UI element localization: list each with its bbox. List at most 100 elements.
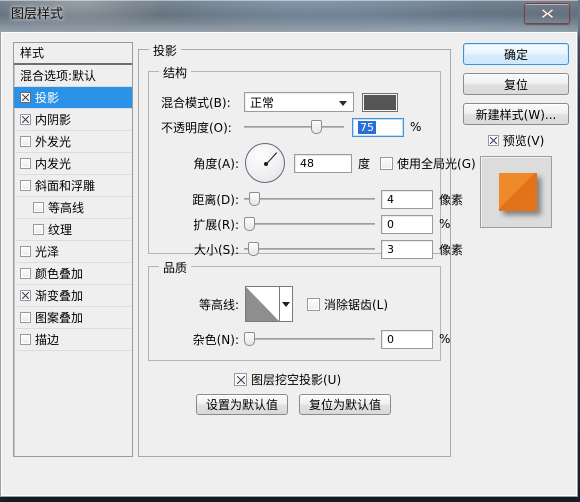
set-default-button[interactable]: 设置为默认值 bbox=[196, 393, 289, 415]
styles-list-item-label: 图案叠加 bbox=[35, 310, 84, 325]
global-light-checkbox[interactable] bbox=[380, 156, 394, 170]
reset-default-button[interactable]: 复位为默认值 bbox=[299, 393, 392, 415]
slider-thumb[interactable] bbox=[248, 192, 260, 206]
spread-label: 扩展(R): bbox=[193, 217, 239, 232]
antialias-checkbox[interactable] bbox=[307, 297, 320, 311]
slider-thumb[interactable] bbox=[310, 120, 322, 134]
styles-list-item[interactable]: 斜面和浮雕 bbox=[14, 175, 132, 197]
styles-list-item-label: 混合选项:默认 bbox=[20, 68, 97, 83]
knockout-label: 图层挖空投影(U) bbox=[251, 372, 342, 387]
styles-list-item-label: 斜面和浮雕 bbox=[35, 178, 96, 193]
styles-list-item-label: 描边 bbox=[35, 332, 60, 347]
size-value: 3 bbox=[387, 242, 394, 256]
blend-mode-select[interactable]: 正常 bbox=[244, 92, 354, 112]
styles-list-item-checkbox[interactable] bbox=[20, 312, 31, 323]
angle-dial-center bbox=[264, 162, 268, 166]
styles-list-item-checkbox[interactable] bbox=[20, 180, 31, 191]
shadow-color-swatch[interactable] bbox=[362, 92, 398, 112]
blend-mode-row: 混合模式(B): 正常 bbox=[161, 92, 398, 112]
distance-value: 4 bbox=[387, 192, 394, 206]
styles-list-item[interactable]: 内发光 bbox=[14, 153, 132, 175]
distance-input[interactable]: 4 bbox=[381, 189, 433, 209]
angle-label: 角度(A): bbox=[193, 156, 239, 171]
styles-list-item[interactable]: 光泽 bbox=[14, 241, 132, 263]
titlebar-glass bbox=[0, 0, 578, 32]
blend-mode-label: 混合模式(B): bbox=[161, 95, 231, 110]
blend-mode-value: 正常 bbox=[250, 95, 275, 110]
size-label: 大小(S): bbox=[193, 242, 239, 257]
slider-thumb[interactable] bbox=[244, 217, 255, 231]
slider-track bbox=[244, 223, 375, 225]
styles-list-item-checkbox[interactable] bbox=[33, 224, 44, 235]
styles-list-item-label: 投影 bbox=[35, 90, 60, 105]
preview-label: 预览(V) bbox=[502, 134, 545, 148]
noise-slider[interactable] bbox=[244, 331, 375, 347]
styles-list-item-checkbox[interactable] bbox=[20, 246, 31, 257]
styles-list[interactable]: 混合选项:默认投影内阴影外发光内发光斜面和浮雕等高线 纹理 光泽颜色叠加渐变叠加图案… bbox=[14, 65, 132, 351]
new-style-button[interactable]: 新建样式(W)... bbox=[463, 103, 569, 125]
angle-dial[interactable] bbox=[245, 143, 285, 183]
styles-list-item-label: 渐变叠加 bbox=[35, 288, 84, 303]
dialog-actions: 确定 复位 新建样式(W)... 预览(V) bbox=[463, 43, 569, 228]
noise-input[interactable]: 0 bbox=[381, 329, 433, 349]
opacity-input[interactable]: 75 bbox=[352, 117, 404, 137]
styles-list-item[interactable]: 外发光 bbox=[14, 131, 132, 153]
contour-dropdown-button[interactable] bbox=[279, 287, 292, 321]
knockout-row[interactable]: 图层挖空投影(U) bbox=[234, 369, 341, 389]
default-buttons-row: 设置为默认值 复位为默认值 bbox=[196, 393, 392, 415]
styles-list-item[interactable]: 图案叠加 bbox=[14, 307, 132, 329]
drop-shadow-group-title: 投影 bbox=[149, 42, 182, 59]
distance-row: 距离(D): 4 像素 bbox=[161, 189, 463, 209]
styles-list-item[interactable]: 颜色叠加 bbox=[14, 263, 132, 285]
close-icon[interactable] bbox=[524, 3, 570, 24]
window-title: 图层样式 bbox=[11, 7, 64, 22]
window-titlebar[interactable]: 图层样式 bbox=[0, 0, 578, 32]
styles-list-item-checkbox[interactable] bbox=[20, 158, 31, 169]
styles-list-item-checkbox[interactable] bbox=[20, 114, 31, 125]
slider-thumb[interactable] bbox=[244, 332, 255, 346]
slider-track bbox=[244, 338, 375, 340]
size-input[interactable]: 3 bbox=[381, 239, 433, 259]
styles-list-item[interactable]: 渐变叠加 bbox=[14, 285, 132, 307]
opacity-label: 不透明度(O): bbox=[161, 120, 232, 135]
styles-list-item-checkbox[interactable] bbox=[20, 136, 31, 147]
preview-checkbox[interactable] bbox=[487, 135, 499, 146]
styles-list-item-checkbox[interactable] bbox=[20, 290, 31, 301]
styles-list-item[interactable]: 内阴影 bbox=[14, 109, 132, 131]
ok-button[interactable]: 确定 bbox=[463, 43, 569, 65]
styles-list-item-label: 外发光 bbox=[35, 134, 72, 149]
noise-value: 0 bbox=[387, 332, 394, 346]
noise-row: 杂色(N): 0 % bbox=[161, 329, 450, 349]
styles-list-item[interactable]: 描边 bbox=[14, 329, 132, 351]
styles-list-item[interactable]: 投影 bbox=[14, 87, 132, 109]
styles-list-item-checkbox[interactable] bbox=[20, 334, 31, 345]
preview-shape bbox=[499, 173, 537, 211]
opacity-slider[interactable] bbox=[244, 119, 344, 135]
styles-list-item-checkbox[interactable] bbox=[33, 202, 44, 213]
styles-list-item-label: 内发光 bbox=[35, 156, 72, 171]
reset-button[interactable]: 复位 bbox=[463, 73, 569, 95]
quality-group: 品质 等高线: 消除锯齿(L) 杂色(N): 0 % bbox=[148, 259, 450, 361]
styles-list-item-checkbox[interactable] bbox=[20, 92, 31, 103]
styles-list-item-label: 颜色叠加 bbox=[35, 266, 84, 281]
contour-preview bbox=[246, 287, 279, 321]
styles-list-item[interactable]: 混合选项:默认 bbox=[14, 65, 132, 87]
styles-list-item[interactable]: 纹理 bbox=[14, 219, 132, 241]
styles-list-header: 样式 bbox=[14, 43, 132, 65]
size-slider[interactable] bbox=[244, 241, 375, 257]
structure-group: 结构 混合模式(B): 正常 不透明度(O): 75 % 角度(A): 48 度… bbox=[148, 64, 476, 259]
size-row: 大小(S): 3 像素 bbox=[161, 239, 463, 259]
angle-input[interactable]: 48 bbox=[294, 153, 352, 173]
preview-toggle[interactable]: 预览(V) bbox=[463, 132, 569, 149]
distance-slider[interactable] bbox=[244, 191, 375, 207]
knockout-checkbox[interactable] bbox=[234, 372, 247, 386]
spread-slider[interactable] bbox=[244, 216, 375, 232]
structure-group-title: 结构 bbox=[159, 64, 192, 81]
styles-list-item[interactable]: 等高线 bbox=[14, 197, 132, 219]
contour-select[interactable] bbox=[245, 286, 293, 322]
size-unit: 像素 bbox=[439, 242, 464, 257]
slider-thumb[interactable] bbox=[247, 242, 259, 256]
slider-track bbox=[244, 198, 375, 200]
styles-list-item-checkbox[interactable] bbox=[20, 268, 31, 279]
spread-input[interactable]: 0 bbox=[381, 214, 433, 234]
